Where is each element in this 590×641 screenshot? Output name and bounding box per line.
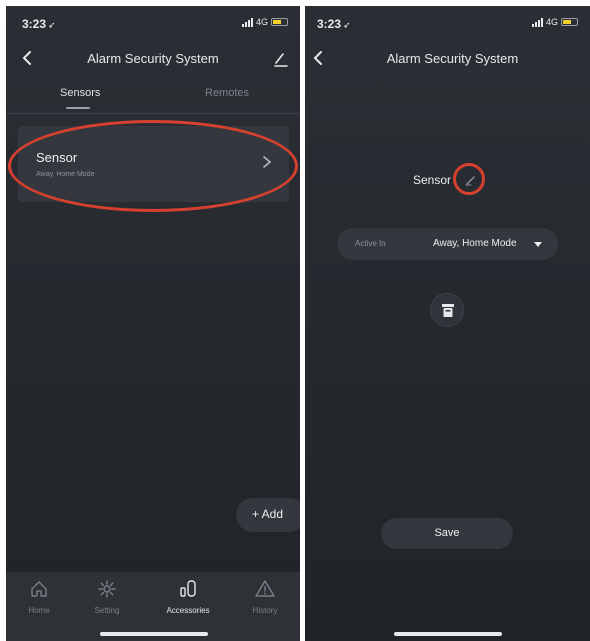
nav-setting[interactable]: Setting: [77, 578, 137, 615]
tab-remotes[interactable]: Remotes: [205, 87, 249, 99]
nav-home[interactable]: Home: [9, 578, 69, 615]
page-title: Alarm Security System: [87, 51, 219, 66]
status-bar: 3:23 ➶ 4G: [6, 6, 300, 40]
nav-history-label: History: [252, 606, 278, 615]
nav-history[interactable]: History: [235, 578, 295, 615]
network-type: 4G: [545, 17, 558, 27]
location-arrow-icon: ➶: [48, 20, 56, 30]
location-arrow-icon: ➶: [343, 20, 351, 30]
status-indicators: 4G: [241, 17, 288, 27]
trash-icon: [442, 304, 454, 317]
nav-accessories-label: Accessories: [166, 606, 210, 615]
gear-icon: [98, 580, 116, 598]
add-button[interactable]: + Add: [236, 498, 300, 532]
tab-sensors[interactable]: Sensors: [60, 87, 100, 99]
nav-setting-label: Setting: [94, 606, 120, 615]
page-title: Alarm Security System: [386, 51, 519, 66]
accessories-icon: [180, 580, 196, 597]
highlight-annotation: [453, 163, 485, 195]
active-in-value: Away, Home Mode: [433, 238, 517, 249]
battery-icon: [271, 18, 288, 26]
delete-button[interactable]: [430, 293, 464, 327]
battery-icon: [561, 18, 578, 26]
nav-home-label: Home: [28, 606, 50, 615]
header: Alarm Security System: [6, 46, 300, 72]
tab-indicator: [66, 107, 90, 109]
home-indicator: [100, 632, 208, 636]
nav-accessories[interactable]: Accessories: [158, 578, 218, 615]
sensor-detail-screen: 3:23 ➶ 4G Alarm Security System Sensor Ac…: [305, 6, 590, 641]
status-time: 3:23 ➶: [22, 17, 56, 31]
header: Alarm Security System: [305, 46, 590, 72]
signal-icon: [241, 17, 253, 27]
status-indicators: 4G: [531, 17, 578, 27]
home-icon: [31, 581, 47, 597]
edit-icon[interactable]: [272, 50, 290, 68]
home-indicator: [394, 632, 502, 636]
signal-icon: [531, 17, 543, 27]
save-button[interactable]: Save: [381, 518, 513, 549]
active-in-selector[interactable]: Active In Away, Home Mode: [337, 228, 558, 260]
dropdown-caret-icon: [534, 242, 542, 247]
tab-bar: Sensors Remotes: [6, 84, 300, 114]
status-bar: 3:23 ➶ 4G: [305, 6, 590, 40]
sensor-name: Sensor: [413, 173, 452, 187]
accessory-list-screen: 3:23 ➶ 4G Alarm Security System Sensors R…: [6, 6, 300, 641]
bottom-nav: Home Setting Accessories History: [6, 572, 300, 641]
active-in-label: Active In: [355, 239, 386, 248]
network-type: 4G: [255, 17, 268, 27]
highlight-annotation: [8, 120, 298, 212]
warning-icon: [255, 580, 275, 597]
status-time: 3:23 ➶: [317, 17, 351, 31]
